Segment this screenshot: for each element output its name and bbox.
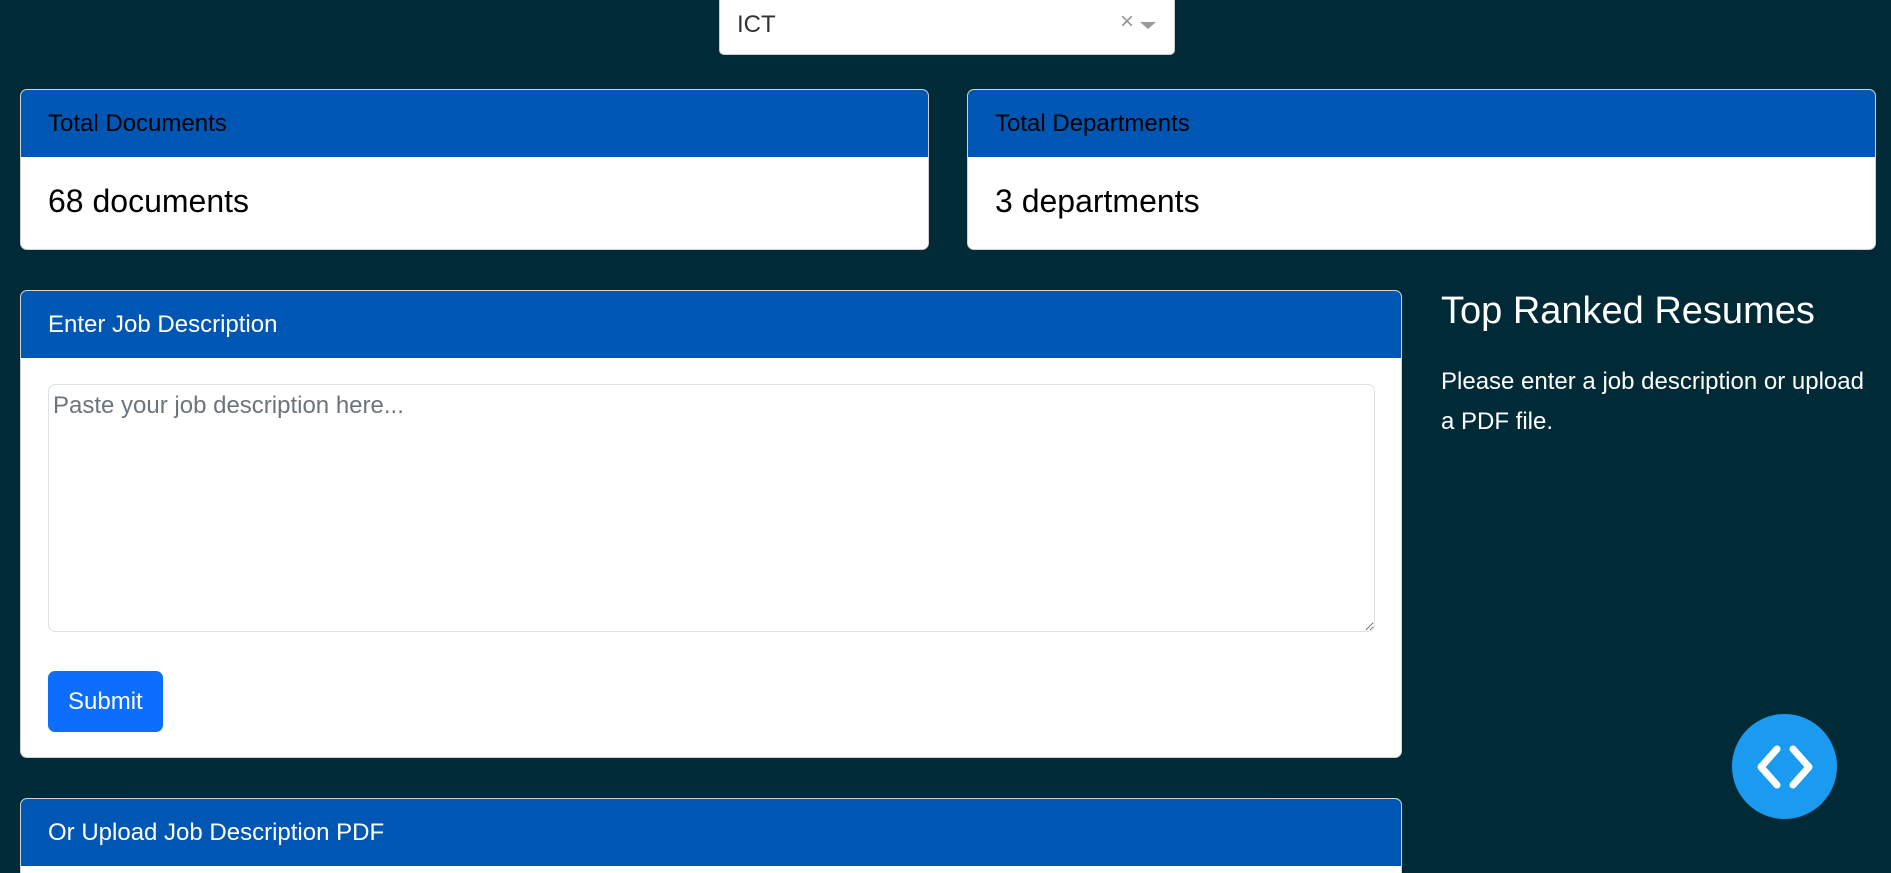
submit-button[interactable]: Submit [48, 671, 163, 732]
upload-pdf-header: Or Upload Job Description PDF [21, 799, 1401, 866]
total-documents-value: 68 documents [48, 183, 250, 219]
total-documents-card: Total Documents 68 documents [20, 89, 929, 250]
code-brackets-icon [1757, 745, 1812, 788]
department-select-value: ICT [737, 11, 776, 38]
results-empty-message: Please enter a job description or upload… [1441, 368, 1864, 435]
department-select[interactable]: ICT × [719, 0, 1175, 55]
caret-down-icon[interactable] [1140, 22, 1156, 29]
clear-icon[interactable]: × [1120, 8, 1134, 36]
code-toggle-button[interactable] [1732, 714, 1837, 819]
job-description-header: Enter Job Description [21, 291, 1401, 358]
total-departments-value: 3 departments [995, 183, 1200, 219]
job-description-input[interactable] [48, 384, 1375, 632]
total-departments-card: Total Departments 3 departments [967, 89, 1876, 250]
total-documents-header: Total Documents [21, 90, 928, 157]
job-description-card: Enter Job Description Submit [20, 290, 1402, 758]
upload-pdf-card: Or Upload Job Description PDF [20, 798, 1402, 873]
top-ranked-resumes-title: Top Ranked Resumes [1441, 290, 1815, 332]
total-departments-header: Total Departments [968, 90, 1875, 157]
